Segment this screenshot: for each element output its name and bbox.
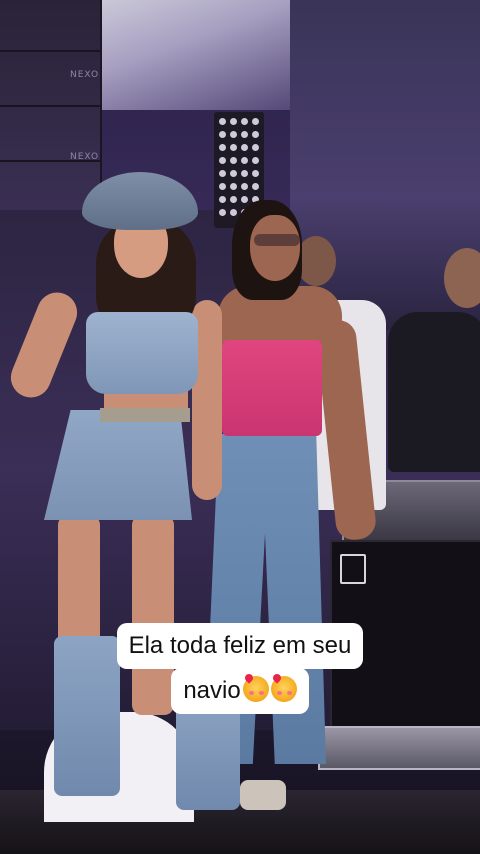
led-dot (241, 170, 248, 177)
led-dot (230, 209, 237, 216)
led-dot (219, 170, 226, 177)
led-dot (219, 118, 226, 125)
flight-case (318, 726, 480, 770)
led-dot (230, 157, 237, 164)
led-dot (241, 183, 248, 190)
led-dot (219, 183, 226, 190)
smiling-face-with-hearts-icon (270, 676, 297, 702)
sunglasses (254, 234, 300, 246)
led-dot (252, 170, 259, 177)
led-dot (230, 170, 237, 177)
video-frame: NEXO NEXO Ela toda feliz em seu navio (0, 0, 480, 854)
led-dot (241, 118, 248, 125)
speaker-brand-label: NEXO (70, 152, 100, 162)
led-dot (230, 131, 237, 138)
caption-line-2: navio (171, 668, 309, 714)
led-dot (230, 144, 237, 151)
led-dot (230, 183, 237, 190)
led-dot (241, 131, 248, 138)
speaker-stack: NEXO NEXO (0, 0, 102, 210)
smiling-face-with-hearts-icon (242, 676, 269, 702)
led-dot (241, 196, 248, 203)
stage-light-glare (100, 0, 290, 110)
amp-logo-icon (340, 554, 366, 584)
speaker-brand-label: NEXO (70, 70, 100, 80)
led-dot (241, 144, 248, 151)
caption-word: navio (183, 677, 241, 704)
led-dot (230, 196, 237, 203)
led-dot (219, 196, 226, 203)
led-dot (219, 209, 226, 216)
led-dot (219, 157, 226, 164)
led-dot (252, 183, 259, 190)
led-dot (219, 131, 226, 138)
led-dot (252, 157, 259, 164)
led-dot (241, 157, 248, 164)
led-dot (252, 131, 259, 138)
led-dot (219, 144, 226, 151)
led-dot (252, 118, 259, 125)
led-dot (230, 118, 237, 125)
led-dot (252, 144, 259, 151)
caption-line-1: Ela toda feliz em seu (116, 623, 364, 669)
